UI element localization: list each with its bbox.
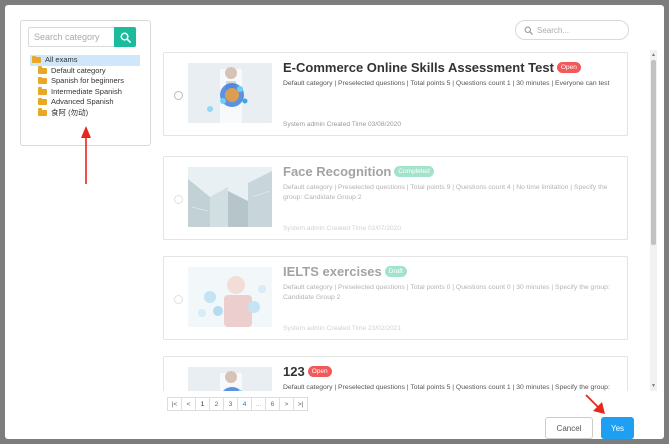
category-label: Spanish for beginners [51,76,124,85]
scroll-thumb[interactable] [651,60,656,245]
exam-select-dialog: All exams Default category Spanish for b… [5,5,664,439]
category-item-all-exams[interactable]: All exams [30,55,140,66]
folder-icon [38,76,47,85]
exam-card[interactable]: E-Commerce Online Skills Assessment Test… [163,52,628,136]
exam-radio[interactable] [174,295,183,304]
category-item-spanish-beginners[interactable]: Spanish for beginners [30,76,140,87]
last-page-button[interactable]: >| [293,397,308,411]
category-tree: All exams Default category Spanish for b… [30,55,140,118]
exam-card[interactable]: IELTS exercises Draft Default category |… [163,256,628,340]
category-label: Advanced Spanish [51,97,114,106]
exam-thumbnail [188,167,272,227]
category-item-chinese[interactable]: 食阿 (勿动) [30,108,140,119]
exam-meta: System admin Created Time 03/08/2020 [283,121,402,128]
category-label: Intermediate Spanish [51,86,122,96]
exam-thumbnail [188,367,272,391]
search-icon [120,32,131,43]
exam-card[interactable]: Face Recognition Completed Default categ… [163,156,628,240]
folder-icon [38,87,47,95]
category-search-input[interactable] [28,27,114,47]
exam-card[interactable]: 123 Open Default category | Preselected … [163,356,628,391]
exam-meta: System admin Created Time 23/02/2021 [283,325,402,332]
annotation-arrow-down-right-icon [585,394,605,414]
page-button-6[interactable]: 6 [265,397,280,411]
exam-title: 123 [283,364,305,379]
category-item-default[interactable]: Default category [30,66,140,77]
category-item-advanced-spanish[interactable]: Advanced Spanish [30,97,140,108]
folder-icon [38,66,47,74]
status-badge: Completed [394,166,434,177]
yes-button[interactable]: Yes [601,417,634,439]
exam-list: E-Commerce Online Skills Assessment Test… [161,50,648,391]
exam-radio[interactable] [174,91,183,100]
prev-page-button[interactable]: < [181,397,196,411]
status-badge: Open [556,62,581,73]
cancel-button[interactable]: Cancel [545,417,593,439]
first-page-button[interactable]: |< [167,397,182,411]
exam-description: Default category | Preselected questions… [283,284,610,301]
page-button-1[interactable]: 1 [195,397,210,411]
exam-list-scrollbar[interactable]: ▲ ▼ [650,50,657,391]
page-ellipsis: ... [251,397,266,411]
scroll-up-icon[interactable]: ▲ [651,52,656,58]
category-label: 食阿 (勿动) [51,107,89,117]
exam-thumbnail [188,267,272,327]
page-button-4[interactable]: 4 [237,397,252,411]
exam-title: Face Recognition [283,164,392,179]
pagination: |< < 1 2 3 4 ... 6 > >| [167,397,308,411]
exam-title: IELTS exercises [283,264,382,279]
category-label: Default category [51,65,106,75]
exam-thumbnail [188,63,272,123]
exam-search-box[interactable] [515,20,629,40]
category-search-button[interactable] [114,27,136,47]
folder-icon [32,55,41,64]
exam-search-input[interactable] [537,25,617,35]
annotation-arrow-up-icon [81,126,91,184]
page-button-3[interactable]: 3 [223,397,238,411]
exam-description: Default category | Preselected questions… [283,384,610,391]
folder-icon [38,108,47,116]
exam-description: Default category | Preselected questions… [283,184,608,201]
status-badge: Draft [384,266,407,277]
folder-icon [38,97,47,106]
scroll-down-icon[interactable]: ▼ [651,383,656,389]
exam-title: E-Commerce Online Skills Assessment Test [283,60,554,75]
category-item-intermediate-spanish[interactable]: Intermediate Spanish [30,87,140,98]
page-button-2[interactable]: 2 [209,397,224,411]
exam-radio[interactable] [174,195,183,204]
exam-meta: System admin Created Time 02/07/2020 [283,225,402,232]
status-badge: Open [307,366,332,377]
exam-description: Default category | Preselected questions… [283,80,610,87]
category-label: All exams [45,55,78,64]
search-icon [524,26,533,35]
next-page-button[interactable]: > [279,397,294,411]
